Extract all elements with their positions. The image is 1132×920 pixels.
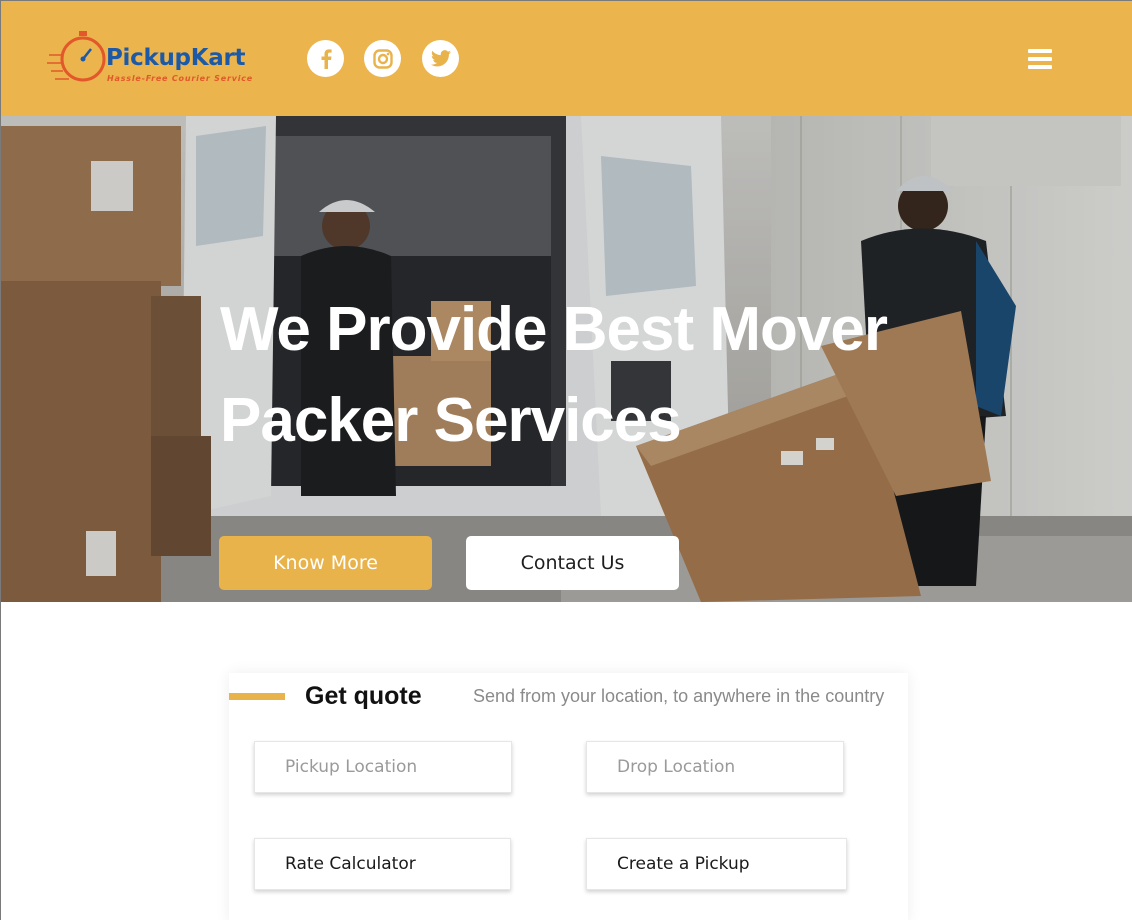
- section-accent-bar: [229, 693, 285, 700]
- twitter-link[interactable]: [422, 40, 459, 77]
- facebook-link[interactable]: [307, 40, 344, 77]
- hero-banner: We Provide Best Mover Packer Services Kn…: [1, 116, 1132, 602]
- stopwatch-logo-icon: [47, 31, 106, 82]
- create-pickup-button[interactable]: Create a Pickup: [586, 838, 847, 890]
- get-quote-title: Get quote: [305, 682, 422, 710]
- hero-heading: We Provide Best Mover Packer Services: [220, 295, 888, 455]
- get-quote-subtitle: Send from your location, to anywhere in …: [473, 686, 885, 706]
- rate-calculator-button[interactable]: Rate Calculator: [254, 838, 511, 890]
- create-pickup-label: Create a Pickup: [617, 854, 750, 874]
- brand-logo[interactable]: PickupKart Hassle-Free Courier Service: [47, 25, 267, 89]
- instagram-link[interactable]: [364, 40, 401, 77]
- rate-calculator-label: Rate Calculator: [285, 854, 416, 874]
- instagram-icon: [372, 48, 393, 69]
- facebook-icon: [321, 48, 332, 69]
- drop-location-input[interactable]: [617, 757, 843, 777]
- hamburger-menu-icon[interactable]: [1028, 49, 1052, 69]
- site-header: PickupKart Hassle-Free Courier Service: [1, 1, 1132, 116]
- drop-location-field[interactable]: [586, 741, 844, 793]
- twitter-icon: [430, 50, 451, 67]
- contact-us-button[interactable]: Contact Us: [466, 536, 679, 590]
- pickup-location-input[interactable]: [285, 757, 511, 777]
- know-more-button[interactable]: Know More: [219, 536, 432, 590]
- brand-tagline: Hassle-Free Courier Service: [107, 74, 254, 83]
- pickup-location-field[interactable]: [254, 741, 512, 793]
- brand-name: PickupKart: [106, 45, 246, 71]
